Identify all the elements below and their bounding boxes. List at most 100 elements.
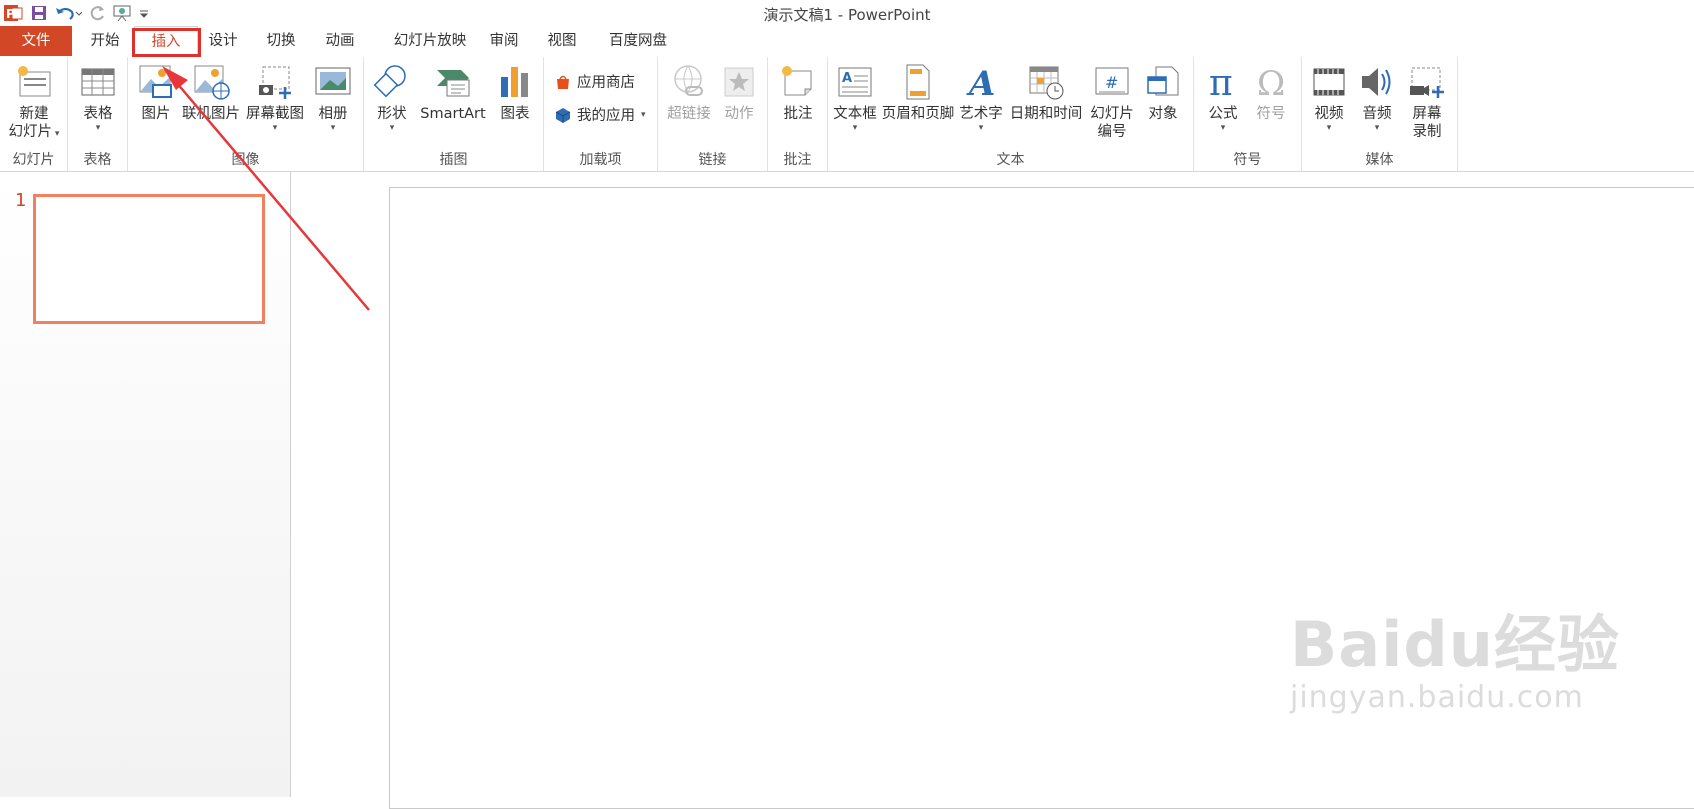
dropdown-caret-icon: ▾ bbox=[978, 123, 984, 133]
action-button[interactable]: 动作 bbox=[716, 59, 762, 123]
slide-number-label-2: 编号 bbox=[1097, 124, 1127, 140]
online-picture-label: 联机图片 bbox=[182, 106, 240, 122]
header-footer-label: 页眉和页脚 bbox=[881, 106, 955, 122]
my-apps-button[interactable]: 我的应用 ▾ bbox=[554, 104, 646, 125]
comment-icon bbox=[774, 59, 822, 105]
video-film-icon bbox=[1306, 59, 1352, 105]
slide-number: 1 bbox=[15, 190, 27, 211]
my-apps-label: 我的应用 bbox=[577, 108, 635, 124]
chart-label: 图表 bbox=[500, 106, 530, 122]
group-illustrations: 形状 ▾ SmartArt 图表 插图 bbox=[364, 57, 544, 171]
header-footer-button[interactable]: 页眉和页脚 bbox=[880, 59, 956, 123]
group-symbols: π 公式 ▾ Ω 符号 符号 bbox=[1194, 57, 1302, 171]
group-slides: 新建 幻灯片 ▾ 幻灯片 bbox=[0, 57, 68, 171]
omega-icon: Ω bbox=[1248, 59, 1294, 105]
header-footer-icon bbox=[880, 59, 956, 105]
action-star-icon bbox=[716, 59, 762, 105]
group-label-text: 文本 bbox=[996, 152, 1025, 168]
wordart-button[interactable]: A 艺术字 ▾ bbox=[956, 59, 1006, 133]
table-icon bbox=[72, 59, 124, 105]
svg-text:A: A bbox=[842, 71, 852, 86]
tab-baidu-netdisk[interactable]: 百度网盘 bbox=[598, 26, 678, 56]
wordart-label: 艺术字 bbox=[959, 106, 1003, 122]
slide-thumbnail[interactable] bbox=[33, 194, 265, 324]
group-images: 图片 联机图片 屏幕截图 ▾ 相册 ▾ 图像 bbox=[128, 57, 364, 171]
group-media: 视频 ▾ 音频 ▾ 屏幕 录制 媒体 bbox=[1302, 57, 1458, 171]
store-icon bbox=[557, 75, 569, 89]
slide-number-button[interactable]: # 幻灯片 编号 bbox=[1086, 59, 1138, 141]
ribbon-tab-bar: 文件 开始 插入 设计 切换 动画 幻灯片放映 审阅 视图 百度网盘 bbox=[0, 26, 1694, 58]
dropdown-caret-icon: ▾ bbox=[1374, 123, 1380, 133]
speaker-icon bbox=[1354, 59, 1400, 105]
store-button[interactable]: 应用商店 bbox=[554, 71, 635, 92]
tab-slideshow[interactable]: 幻灯片放映 bbox=[375, 26, 485, 56]
photo-album-button[interactable]: 相册 ▾ bbox=[308, 59, 358, 133]
group-label-links: 链接 bbox=[698, 152, 727, 168]
shapes-label: 形状 bbox=[377, 106, 407, 122]
group-label-tables: 表格 bbox=[83, 152, 112, 168]
photo-album-icon bbox=[308, 59, 358, 105]
window-title: 演示文稿1 - PowerPoint bbox=[763, 6, 931, 24]
dropdown-caret-icon: ▾ bbox=[95, 123, 101, 133]
tab-transitions[interactable]: 切换 bbox=[256, 26, 306, 56]
tab-design[interactable]: 设计 bbox=[198, 26, 248, 56]
group-label-comments: 批注 bbox=[783, 152, 812, 168]
screen-recording-label: 屏幕 bbox=[1412, 106, 1442, 122]
tab-file[interactable]: 文件 bbox=[0, 26, 72, 56]
new-slide-button[interactable]: 新建 幻灯片 ▾ bbox=[3, 59, 65, 141]
table-button[interactable]: 表格 ▾ bbox=[72, 59, 124, 133]
group-label-illustrations: 插图 bbox=[439, 152, 468, 168]
dropdown-caret-icon: ▾ bbox=[330, 123, 336, 133]
picture-button[interactable]: 图片 bbox=[132, 59, 180, 123]
dropdown-caret-icon: ▾ bbox=[641, 109, 646, 120]
slide-number-icon: # bbox=[1086, 59, 1138, 105]
group-links: 超链接 动作 链接 bbox=[658, 57, 768, 171]
tab-home[interactable]: 开始 bbox=[80, 26, 130, 56]
title-bar: P 演示文稿1 - PowerPoint bbox=[0, 0, 1694, 26]
group-comments: 批注 批注 bbox=[768, 57, 828, 171]
screenshot-label: 屏幕截图 bbox=[246, 106, 304, 122]
audio-button[interactable]: 音频 ▾ bbox=[1354, 59, 1400, 133]
picture-icon bbox=[132, 59, 180, 105]
action-label: 动作 bbox=[724, 106, 754, 122]
group-label-media: 媒体 bbox=[1365, 152, 1394, 168]
table-label: 表格 bbox=[83, 106, 113, 122]
symbol-button[interactable]: Ω 符号 bbox=[1248, 59, 1294, 123]
datetime-label: 日期和时间 bbox=[1009, 106, 1083, 122]
picture-label: 图片 bbox=[141, 106, 171, 122]
shapes-button[interactable]: 形状 ▾ bbox=[370, 59, 414, 133]
hyperlink-button[interactable]: 超链接 bbox=[664, 59, 714, 123]
baidu-watermark: Baidu经验 jingyan.baidu.com bbox=[1290, 610, 1620, 716]
new-slide-icon bbox=[3, 59, 65, 105]
group-addins: 应用商店 我的应用 ▾ 加载项 bbox=[544, 57, 658, 171]
group-label-symbols: 符号 bbox=[1233, 152, 1262, 168]
video-button[interactable]: 视频 ▾ bbox=[1306, 59, 1352, 133]
group-label-slides: 幻灯片 bbox=[12, 152, 55, 168]
tab-review[interactable]: 审阅 bbox=[479, 26, 529, 56]
object-button[interactable]: 对象 bbox=[1138, 59, 1188, 123]
smartart-icon bbox=[416, 59, 490, 105]
slide-number-label: 幻灯片 bbox=[1090, 106, 1134, 122]
object-label: 对象 bbox=[1148, 106, 1178, 122]
datetime-button[interactable]: 日期和时间 bbox=[1006, 59, 1086, 123]
screen-recording-button[interactable]: 屏幕 录制 bbox=[1402, 59, 1452, 141]
new-slide-label: 新建 bbox=[19, 106, 49, 122]
comment-button[interactable]: 批注 bbox=[774, 59, 822, 123]
symbol-label: 符号 bbox=[1256, 106, 1286, 122]
equation-button[interactable]: π 公式 ▾ bbox=[1200, 59, 1246, 133]
smartart-button[interactable]: SmartArt bbox=[416, 59, 490, 123]
svg-text:#: # bbox=[1105, 73, 1118, 92]
photo-album-label: 相册 bbox=[318, 106, 348, 122]
watermark-url: jingyan.baidu.com bbox=[1290, 680, 1584, 715]
comment-label: 批注 bbox=[783, 106, 813, 122]
group-text: A 文本框 ▾ 页眉和页脚 A 艺术字 ▾ 日期和时间 # 幻灯片 编号 对象 … bbox=[828, 57, 1194, 171]
screenshot-button[interactable]: 屏幕截图 ▾ bbox=[242, 59, 308, 133]
chart-button[interactable]: 图表 bbox=[492, 59, 538, 123]
online-picture-button[interactable]: 联机图片 bbox=[180, 59, 242, 123]
tab-animations[interactable]: 动画 bbox=[315, 26, 365, 56]
my-apps-icon bbox=[555, 107, 571, 123]
wordart-icon: A bbox=[956, 59, 1006, 105]
textbox-label: 文本框 bbox=[833, 106, 877, 122]
textbox-button[interactable]: A 文本框 ▾ bbox=[830, 59, 880, 133]
tab-view[interactable]: 视图 bbox=[537, 26, 587, 56]
